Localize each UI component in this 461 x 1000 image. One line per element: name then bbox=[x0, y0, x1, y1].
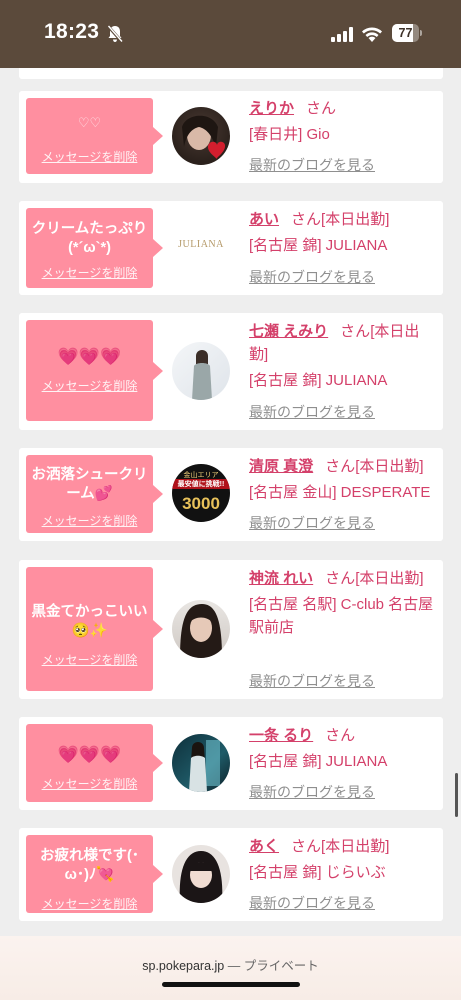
message-text: 💗💗💗 bbox=[57, 347, 122, 366]
delete-message-link[interactable]: メッセージを削除 bbox=[26, 377, 153, 394]
girl-name-link[interactable]: 清原 真澄 bbox=[249, 458, 313, 475]
honorific: さん bbox=[291, 838, 322, 855]
message-card: クリームたっぷり(*´ω`*) メッセージを削除 JULIANA あい さん[本日… bbox=[19, 201, 443, 295]
scrollbar[interactable] bbox=[455, 773, 458, 817]
message-card: お疲れ様です(･ω･)ﾉ💘 メッセージを削除 あく さん[本日出勤] [名古屋 錦… bbox=[19, 828, 443, 921]
shop-label: [名古屋 錦] JULIANA bbox=[249, 372, 388, 389]
message-text: お洒落シュークリーム💕 bbox=[31, 467, 148, 502]
message-text: 黒金てかっこいい🥺✨ bbox=[31, 604, 148, 639]
girl-name-link[interactable]: 神流 れい bbox=[249, 570, 313, 587]
girl-name-link[interactable]: あく bbox=[249, 838, 279, 855]
message-bubble: 黒金てかっこいい🥺✨ メッセージを削除 bbox=[26, 567, 163, 691]
url-separator: — bbox=[224, 959, 244, 973]
battery-icon: 77 bbox=[392, 24, 423, 42]
url-text[interactable]: sp.pokepara.jp bbox=[142, 959, 224, 973]
message-bubble: お洒落シュークリーム💕 メッセージを削除 bbox=[26, 455, 163, 533]
honorific: さん bbox=[291, 211, 322, 228]
message-card: 黒金てかっこいい🥺✨ メッセージを削除 神流 れい さん[本日出勤] [名古屋 名… bbox=[19, 560, 443, 699]
girl-name-link[interactable]: あい bbox=[249, 211, 279, 228]
message-text: ♡♡ bbox=[77, 115, 102, 130]
girl-name-link[interactable]: えりか bbox=[249, 100, 294, 117]
message-bubble: 💗💗💗 メッセージを削除 bbox=[26, 724, 163, 802]
avatar[interactable]: 金山エリア 最安値に挑戦!! 3000 bbox=[172, 464, 230, 522]
delete-message-link[interactable]: メッセージを削除 bbox=[26, 148, 153, 165]
shop-label: [名古屋 錦] じらいぶ bbox=[249, 864, 386, 881]
attendance-status: [本日出勤] bbox=[321, 211, 390, 228]
latest-blog-link[interactable]: 最新のブログを見る bbox=[249, 155, 375, 175]
honorific: さん bbox=[325, 727, 356, 744]
message-card: 💗💗💗 メッセージを削除 七瀬 えみり さん[本日出勤] [名古屋 錦] JULI… bbox=[19, 313, 443, 430]
message-bubble: お疲れ様です(･ω･)ﾉ💘 メッセージを削除 bbox=[26, 835, 163, 913]
banner-price-text: 3000 bbox=[182, 494, 220, 513]
message-card: お洒落シュークリーム💕 メッセージを削除 金山エリア 最安値に挑戦!! 3000… bbox=[19, 448, 443, 541]
message-card: 💗💗💗 メッセージを削除 一条 るり さん [名古屋 錦] JULIANA 最新の… bbox=[19, 717, 443, 810]
status-bar: 18:23 77 bbox=[0, 0, 461, 68]
bell-slash-icon bbox=[107, 25, 123, 43]
attendance-status: [本日出勤] bbox=[355, 458, 424, 475]
attendance-status: [本日出勤] bbox=[355, 570, 424, 587]
avatar[interactable] bbox=[172, 600, 230, 658]
avatar[interactable] bbox=[172, 342, 230, 400]
message-text: お疲れ様です(･ω･)ﾉ💘 bbox=[39, 848, 140, 883]
girl-name-link[interactable]: 一条 るり bbox=[249, 727, 313, 744]
shop-label: [春日井] Gio bbox=[249, 126, 330, 143]
message-bubble: ♡♡ メッセージを削除 bbox=[26, 98, 163, 174]
wifi-icon bbox=[362, 27, 382, 42]
avatar[interactable] bbox=[172, 107, 230, 165]
juliana-logo-text: JULIANA bbox=[178, 239, 224, 250]
battery-percent: 77 bbox=[398, 26, 413, 40]
latest-blog-link[interactable]: 最新のブログを見る bbox=[249, 782, 375, 802]
message-text: 💗💗💗 bbox=[57, 745, 122, 764]
message-card: ♡♡ メッセージを削除 えりか さん [春日井] Gio 最新のブログを見る bbox=[19, 91, 443, 183]
delete-message-link[interactable]: メッセージを削除 bbox=[26, 512, 153, 529]
message-text: クリームたっぷり(*´ω`*) bbox=[31, 221, 148, 256]
honorific: さん bbox=[306, 100, 337, 117]
signal-icon bbox=[331, 27, 353, 42]
status-time: 18:23 bbox=[44, 20, 100, 43]
banner-challenge-text: 最安値に挑戦!! bbox=[172, 479, 230, 489]
message-bubble: クリームたっぷり(*´ω`*) メッセージを削除 bbox=[26, 208, 163, 288]
delete-message-link[interactable]: メッセージを削除 bbox=[26, 264, 153, 281]
delete-message-link[interactable]: メッセージを削除 bbox=[26, 775, 153, 792]
shop-label: [名古屋 錦] JULIANA bbox=[249, 237, 388, 254]
home-indicator[interactable] bbox=[162, 982, 300, 987]
message-bubble: 💗💗💗 メッセージを削除 bbox=[26, 320, 163, 421]
avatar[interactable]: JULIANA bbox=[172, 218, 230, 276]
honorific: さん bbox=[325, 458, 356, 475]
honorific: さん bbox=[325, 570, 356, 587]
latest-blog-link[interactable]: 最新のブログを見る bbox=[249, 671, 375, 691]
shop-label: [名古屋 錦] JULIANA bbox=[249, 753, 388, 770]
previous-card-edge bbox=[19, 68, 443, 79]
latest-blog-link[interactable]: 最新のブログを見る bbox=[249, 893, 375, 913]
attendance-status: [本日出勤] bbox=[321, 838, 390, 855]
latest-blog-link[interactable]: 最新のブログを見る bbox=[249, 513, 375, 533]
latest-blog-link[interactable]: 最新のブログを見る bbox=[249, 267, 375, 287]
latest-blog-link[interactable]: 最新のブログを見る bbox=[249, 402, 375, 422]
browser-address-bar[interactable]: sp.pokepara.jp — プライベート bbox=[0, 936, 461, 1000]
delete-message-link[interactable]: メッセージを削除 bbox=[26, 895, 153, 912]
girl-name-link[interactable]: 七瀬 えみり bbox=[249, 323, 328, 340]
avatar[interactable] bbox=[172, 845, 230, 903]
avatar[interactable] bbox=[172, 734, 230, 792]
shop-label: [名古屋 金山] DESPERATE bbox=[249, 484, 431, 501]
shop-label: [名古屋 名駅] C-club 名古屋駅前店 bbox=[249, 596, 434, 636]
honorific: さん bbox=[340, 323, 371, 340]
delete-message-link[interactable]: メッセージを削除 bbox=[26, 651, 153, 668]
private-mode-label: プライベート bbox=[243, 959, 319, 973]
